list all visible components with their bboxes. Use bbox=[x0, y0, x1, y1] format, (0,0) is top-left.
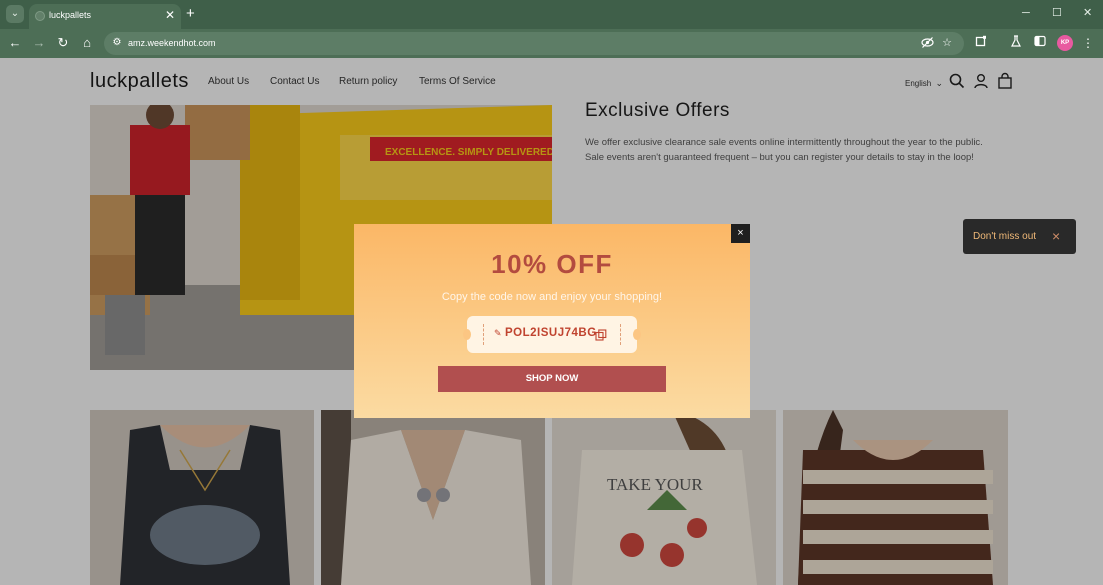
toast-close-icon[interactable]: × bbox=[1052, 227, 1060, 245]
window-close-icon[interactable]: ✕ bbox=[1083, 5, 1092, 21]
toast-label: Don't miss out bbox=[973, 231, 1037, 242]
popup-subtitle: Copy the code now and enjoy your shoppin… bbox=[441, 291, 663, 303]
bookmark-star-icon[interactable]: ☆ bbox=[940, 36, 954, 50]
url-text: amz.weekendhot.com bbox=[128, 38, 216, 48]
new-tab-plus-icon[interactable]: + bbox=[186, 4, 195, 24]
coupon-code[interactable]: POL2ISUJ74BG bbox=[505, 327, 597, 339]
browser-menu-kebab-icon[interactable]: ⋮ bbox=[1079, 34, 1097, 52]
tab-search-chevron-icon[interactable]: ⌄ bbox=[6, 5, 24, 23]
maximize-icon[interactable]: ☐ bbox=[1052, 5, 1062, 21]
discount-popup: 10% OFF Copy the code now and enjoy your… bbox=[354, 224, 750, 418]
coupon-notch-right bbox=[633, 329, 641, 340]
copy-icon[interactable] bbox=[595, 328, 607, 341]
tab-title: luckpallets bbox=[49, 10, 92, 20]
side-panel-icon[interactable] bbox=[1031, 34, 1049, 52]
coupon-divider bbox=[483, 324, 484, 345]
reload-icon[interactable]: ↻ bbox=[54, 34, 72, 52]
tab-close-icon[interactable]: ✕ bbox=[165, 7, 175, 23]
labs-flask-icon[interactable] bbox=[1007, 34, 1025, 52]
site-info-icon[interactable]: ⚙ bbox=[110, 36, 124, 50]
address-bar[interactable]: ⚙ amz.weekendhot.com ☆ bbox=[104, 32, 964, 55]
coupon-code-box[interactable]: ✎ POL2ISUJ74BG bbox=[463, 316, 641, 353]
dont-miss-out-toast[interactable]: Don't miss out × bbox=[963, 219, 1076, 254]
browser-toolbar: ← → ↻ ⌂ ⚙ amz.weekendhot.com ☆ KP ⋮ bbox=[0, 29, 1103, 58]
coupon-divider bbox=[620, 324, 621, 345]
shop-now-button[interactable]: SHOP NOW bbox=[438, 366, 666, 392]
tab-favicon-icon bbox=[35, 11, 45, 21]
home-icon[interactable]: ⌂ bbox=[78, 34, 96, 52]
tag-icon: ✎ bbox=[494, 328, 502, 338]
forward-arrow-icon[interactable]: → bbox=[30, 34, 48, 52]
browser-tab[interactable]: luckpallets ✕ bbox=[29, 4, 181, 29]
extensions-puzzle-icon[interactable] bbox=[972, 34, 990, 52]
popup-close-icon[interactable]: × bbox=[731, 224, 750, 243]
profile-avatar[interactable]: KP bbox=[1057, 35, 1073, 51]
coupon-notch-left bbox=[463, 329, 471, 340]
minimize-icon[interactable]: ─ bbox=[1022, 5, 1030, 21]
back-arrow-icon[interactable]: ← bbox=[6, 34, 24, 52]
eye-off-icon[interactable] bbox=[920, 36, 934, 50]
popup-title: 10% OFF bbox=[491, 249, 613, 279]
browser-tab-bar: ⌄ luckpallets ✕ + ─ ☐ ✕ bbox=[0, 0, 1103, 29]
